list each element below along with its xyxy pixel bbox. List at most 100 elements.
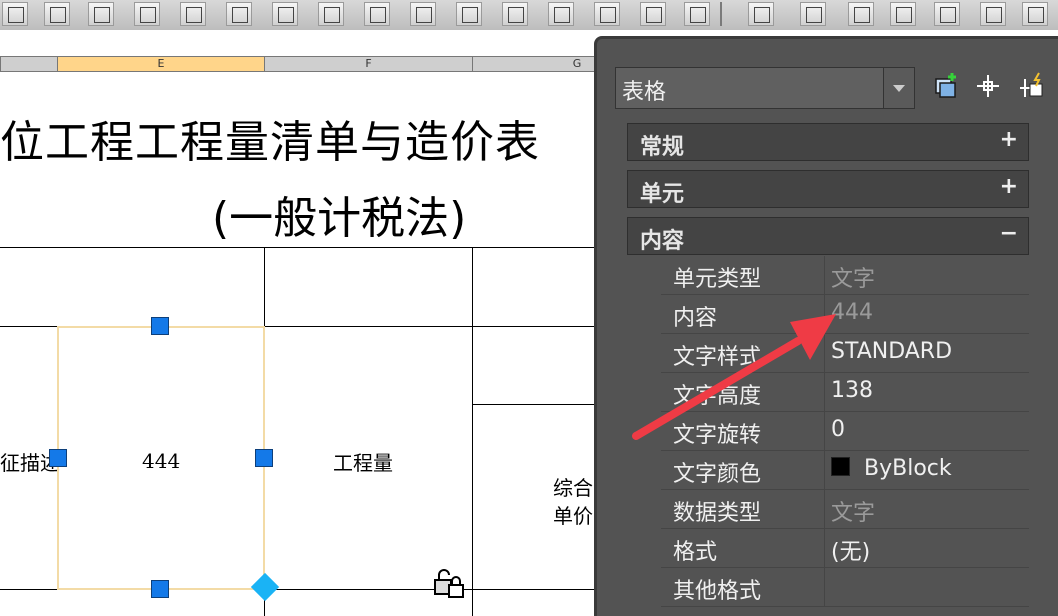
toggle-pickadd-icon[interactable]	[931, 71, 961, 101]
table-line	[472, 247, 473, 616]
chevron-down-icon[interactable]	[883, 68, 914, 108]
toolbar-button-15[interactable]	[640, 2, 666, 26]
property-value: 文字	[831, 267, 876, 292]
properties-panel: 表格 常规 + 单元 + 内容 − 单元类型 文字 内容 444 文字样式 ST…	[594, 36, 1058, 616]
column-header-f[interactable]: F	[264, 56, 473, 72]
layer-icon	[462, 7, 478, 23]
section-content-label: 内容	[640, 229, 685, 254]
property-name: 文字旋转	[673, 423, 762, 448]
text-icon	[186, 7, 202, 23]
property-name: 单元类型	[673, 267, 762, 292]
block-icon	[278, 7, 294, 23]
circle-icon	[986, 7, 1002, 23]
selected-cell-value[interactable]: 444	[142, 449, 180, 473]
grip-bottom[interactable]	[151, 580, 169, 598]
property-row-text-rotation[interactable]: 文字旋转 0	[661, 412, 1029, 451]
toolbar-button-13[interactable]	[548, 2, 574, 26]
toolbar-button-4[interactable]	[134, 2, 160, 26]
color-swatch	[831, 457, 850, 476]
property-row-text-height[interactable]: 文字高度 138	[661, 373, 1029, 412]
mirror-icon	[854, 7, 870, 23]
toolbar-button-1[interactable]	[2, 2, 28, 26]
move-icon	[940, 7, 956, 23]
toolbar-button-11[interactable]	[456, 2, 482, 26]
offset-icon	[896, 7, 912, 23]
property-value[interactable]: (无)	[831, 534, 870, 566]
table-subtitle: (一般计税法)	[212, 193, 467, 244]
grip-right[interactable]	[255, 449, 273, 467]
brush-icon	[754, 7, 770, 23]
property-value: 444	[831, 300, 873, 325]
table-line	[472, 404, 600, 405]
property-row-cell-type[interactable]: 单元类型 文字	[661, 256, 1029, 295]
table-line	[0, 247, 600, 248]
property-name: 文字样式	[673, 345, 762, 370]
table-icon	[94, 7, 110, 23]
property-value: 文字	[831, 501, 876, 526]
property-name: 格式	[673, 540, 718, 565]
property-row-text-color[interactable]: 文字颜色 ByBlock	[661, 451, 1029, 490]
grip-top[interactable]	[151, 317, 169, 335]
property-name: 内容	[673, 306, 718, 331]
toolbar-button-7[interactable]	[272, 2, 298, 26]
toolbar-button-14[interactable]	[594, 2, 620, 26]
property-row-data-type[interactable]: 数据类型 文字	[661, 490, 1029, 529]
table-title: 位工程工程量清单与造价表	[0, 117, 540, 168]
collapse-icon[interactable]: −	[1000, 221, 1018, 246]
object-type-select[interactable]: 表格	[615, 67, 915, 109]
rectangle-icon	[1028, 7, 1044, 23]
color-name: ByBlock	[864, 456, 952, 481]
property-value-color[interactable]: ByBlock	[831, 456, 952, 481]
document-icon	[232, 7, 248, 23]
toolbar-button-22[interactable]	[980, 2, 1006, 26]
column-header-e[interactable]: E	[57, 56, 265, 72]
section-general-label: 常规	[640, 135, 685, 160]
property-row-text-style[interactable]: 文字样式 STANDARD	[661, 334, 1029, 373]
cube-icon	[690, 7, 706, 23]
toolbar-button-18[interactable]	[800, 2, 826, 26]
property-row-additional-format[interactable]: 其他格式	[661, 568, 1029, 607]
toolbar-button-5[interactable]	[180, 2, 206, 26]
toolbar-button-12[interactable]	[502, 2, 528, 26]
property-value[interactable]: 0	[831, 417, 845, 442]
property-row-contents[interactable]: 内容 444	[661, 295, 1029, 334]
section-content[interactable]: 内容 −	[627, 217, 1029, 255]
layer-edit-icon	[508, 7, 524, 23]
property-value[interactable]: 138	[831, 378, 873, 403]
table-cell[interactable]: 工程量	[333, 447, 393, 476]
table-cell[interactable]: 单价	[553, 500, 593, 529]
property-value[interactable]: STANDARD	[831, 339, 952, 364]
column-header-d[interactable]	[0, 56, 58, 72]
select-objects-icon[interactable]	[973, 71, 1003, 101]
toolbar-button-23[interactable]	[1022, 2, 1048, 26]
table-cell[interactable]: 综合	[553, 472, 593, 501]
toolbar-button-6[interactable]	[226, 2, 252, 26]
toolbar-button-20[interactable]	[890, 2, 916, 26]
quick-select-icon[interactable]	[1017, 71, 1047, 101]
toolbar-button-10[interactable]	[410, 2, 436, 26]
swap-icon	[324, 7, 340, 23]
property-name: 文字高度	[673, 384, 762, 409]
property-name: 其他格式	[673, 579, 762, 604]
toolbar-button-17[interactable]	[748, 2, 774, 26]
notes-icon	[600, 7, 616, 23]
pencil-icon	[370, 7, 386, 23]
expand-icon[interactable]: +	[1000, 127, 1018, 152]
toolbar-button-16[interactable]	[684, 2, 710, 26]
toolbar-button-9[interactable]	[364, 2, 390, 26]
expand-icon[interactable]: +	[1000, 174, 1018, 199]
section-cell[interactable]: 单元 +	[627, 170, 1029, 208]
toolbar-button-2[interactable]	[44, 2, 70, 26]
tree-icon	[50, 7, 66, 23]
measure-icon	[646, 7, 662, 23]
object-type-value: 表格	[622, 80, 667, 105]
page-icon	[554, 7, 570, 23]
toolbar-button-21[interactable]	[934, 2, 960, 26]
grip-left[interactable]	[49, 449, 67, 467]
section-general[interactable]: 常规 +	[627, 123, 1029, 161]
grid-icon	[140, 7, 156, 23]
toolbar-button-19[interactable]	[848, 2, 874, 26]
toolbar-button-3[interactable]	[88, 2, 114, 26]
property-row-format[interactable]: 格式 (无)	[661, 529, 1029, 568]
toolbar-button-8[interactable]	[318, 2, 344, 26]
